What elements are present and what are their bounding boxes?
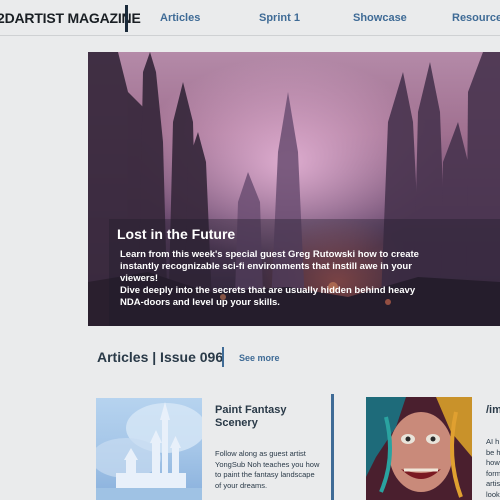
- ai-portrait-illustration: [366, 397, 472, 500]
- description-line: how: [486, 458, 500, 467]
- card-divider: [331, 394, 334, 500]
- section-divider: [222, 347, 224, 367]
- hero-description: Learn from this week's special guest Gre…: [120, 249, 440, 309]
- description-line: AI h: [486, 437, 500, 446]
- article-description: AI h be h how form artis look: [486, 437, 500, 500]
- hero-paragraph: Dive deeply into the secrets that are us…: [120, 285, 416, 308]
- description-line: be h: [486, 447, 500, 457]
- nav-resources[interactable]: Resources: [452, 12, 500, 24]
- nav-sprint-1[interactable]: Sprint 1: [259, 12, 300, 24]
- nav-articles[interactable]: Articles: [160, 12, 200, 24]
- brand-logo[interactable]: 2DARTIST MAGAZINE: [0, 10, 141, 26]
- article-thumbnail-ai-portrait[interactable]: [366, 397, 472, 500]
- hero-banner[interactable]: Lost in the Future Learn from this week'…: [88, 52, 500, 326]
- top-navigation-bar: 2DARTIST MAGAZINE Articles Sprint 1 Show…: [0, 0, 500, 36]
- article-title[interactable]: Paint Fantasy Scenery: [215, 404, 315, 430]
- castle-illustration: [96, 402, 202, 500]
- article-title[interactable]: /im: [486, 404, 500, 416]
- brand-divider: [125, 5, 128, 32]
- article-description: Follow along as guest artist YongSub Noh…: [215, 449, 320, 490]
- hero-title[interactable]: Lost in the Future: [117, 226, 235, 242]
- article-thumbnail-fantasy-castle[interactable]: [96, 398, 202, 500]
- hero-paragraph: Learn from this week's special guest Gre…: [120, 249, 419, 284]
- description-line: artis: [486, 479, 500, 488]
- description-line: look: [486, 489, 500, 499]
- see-more-link[interactable]: See more: [239, 353, 280, 363]
- description-line: form: [486, 468, 500, 478]
- section-heading-articles: Articles | Issue 096: [97, 349, 224, 365]
- nav-showcase[interactable]: Showcase: [353, 12, 407, 24]
